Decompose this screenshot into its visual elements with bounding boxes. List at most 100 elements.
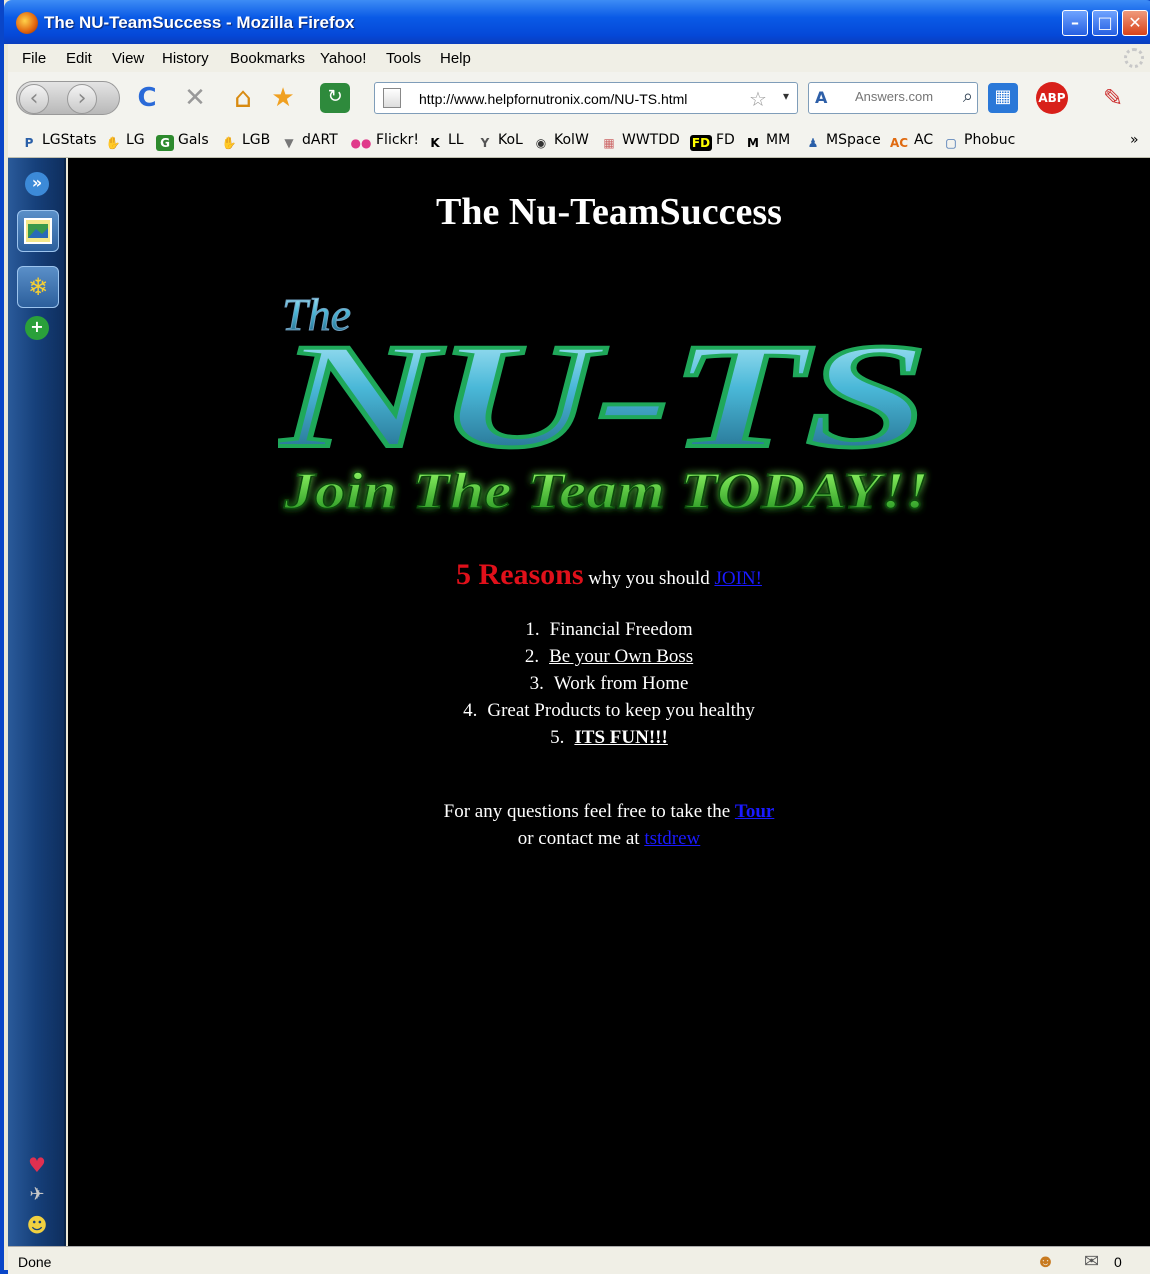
- reasons-heading: 5 Reasons why you should JOIN!: [68, 558, 1150, 592]
- reason-text: ITS FUN!!!: [574, 727, 668, 748]
- bookmark-label: Flickr!: [376, 132, 420, 148]
- search-icon[interactable]: ⌕: [963, 86, 973, 107]
- list-item: 1. Financial Freedom: [68, 616, 1150, 643]
- bookmark-fd[interactable]: FD FD: [690, 132, 735, 151]
- bookmark-flickr[interactable]: ●● Flickr!: [350, 132, 420, 151]
- bookmark-kol[interactable]: Y KoL: [476, 132, 523, 151]
- bookmark-wwtdd[interactable]: ▦ WWTDD: [600, 132, 680, 151]
- url-dropdown-icon[interactable]: ▾: [783, 89, 789, 103]
- list-item: 2. Be your Own Boss: [68, 643, 1150, 670]
- bookmark-ac-icon: AC: [889, 136, 909, 150]
- sidebar-smiley-icon[interactable]: ☻: [25, 1214, 49, 1238]
- logo-tagline-text: Join The Team TODAY!!: [283, 463, 929, 520]
- list-number: 3.: [529, 673, 544, 694]
- search-input[interactable]: [855, 89, 951, 104]
- bookmarks-overflow-chevron-icon[interactable]: »: [1130, 132, 1139, 148]
- close-button[interactable]: ✕: [1122, 10, 1148, 36]
- windows-grid-icon[interactable]: ▦: [988, 83, 1018, 113]
- email-link[interactable]: tstdrew: [644, 828, 700, 849]
- mail-icon[interactable]: ✉: [1084, 1251, 1099, 1272]
- sidebar-photo-icon[interactable]: [17, 210, 59, 252]
- bookmark-hand-icon: ✋: [105, 136, 121, 150]
- notes-icon[interactable]: ✎: [1098, 84, 1128, 112]
- adblock-icon[interactable]: ABP: [1036, 82, 1068, 114]
- sidebar-expand-icon[interactable]: »: [25, 172, 49, 196]
- nu-ts-logo: The NU-TS Join The Team TODAY!!: [278, 289, 930, 521]
- bookmark-star-icon[interactable]: ☆: [749, 87, 767, 111]
- bookmark-lg[interactable]: ✋ LG: [104, 132, 145, 151]
- bookmark-mm[interactable]: M MM: [744, 132, 790, 151]
- url-text[interactable]: http://www.helpfornutronix.com/NU-TS.htm…: [419, 91, 687, 107]
- list-number: 4.: [463, 700, 478, 721]
- bookmark-dart[interactable]: ▼ dART: [280, 132, 337, 151]
- bookmark-label: LL: [448, 132, 464, 148]
- navigation-toolbar: ‹ › C ✕ ⌂ ★ ↻ http://www.helpfornutronix…: [8, 72, 1150, 124]
- menu-edit[interactable]: Edit: [66, 50, 92, 67]
- throbber-icon: [1124, 48, 1144, 68]
- sidebar-thumbs-down-icon[interactable]: ✈: [25, 1184, 49, 1208]
- menu-view[interactable]: View: [112, 50, 144, 67]
- bookmark-hand-icon: ✋: [221, 136, 237, 150]
- menu-yahoo[interactable]: Yahoo!: [320, 50, 366, 67]
- photo-icon: [24, 218, 52, 244]
- bookmark-fd-icon: FD: [690, 135, 712, 151]
- menu-history[interactable]: History: [162, 50, 209, 67]
- list-number: 1.: [525, 619, 540, 640]
- reload-button[interactable]: C: [132, 84, 162, 112]
- browser-window: The NU-TeamSuccess - Mozilla Firefox – □…: [0, 0, 1150, 1274]
- bookmark-lgstats[interactable]: P LGStats: [20, 132, 97, 151]
- join-link[interactable]: JOIN!: [714, 568, 762, 589]
- maximize-button[interactable]: □: [1092, 10, 1118, 36]
- addon-sync-icon[interactable]: ↻: [320, 83, 350, 113]
- menu-file[interactable]: File: [22, 50, 46, 67]
- back-forward-group: ‹ ›: [16, 81, 120, 115]
- bookmark-kolw[interactable]: ◉ KolW: [532, 132, 589, 151]
- menu-tools[interactable]: Tools: [386, 50, 421, 67]
- search-bar[interactable]: A ⌕: [808, 82, 978, 114]
- page-icon: [383, 88, 401, 108]
- url-bar[interactable]: http://www.helpfornutronix.com/NU-TS.htm…: [374, 82, 798, 114]
- back-button[interactable]: ‹: [19, 84, 49, 114]
- sidebar-add-icon[interactable]: +: [25, 316, 49, 340]
- status-monkey-icon[interactable]: ☻: [1036, 1251, 1055, 1272]
- bookmark-label: KoL: [498, 132, 523, 148]
- minimize-button[interactable]: –: [1062, 10, 1088, 36]
- reason-text: Work from Home: [553, 673, 689, 694]
- bookmark-gals[interactable]: G Gals: [156, 132, 209, 151]
- bookmark-glass-icon: Y: [480, 136, 490, 150]
- menu-help[interactable]: Help: [440, 50, 471, 67]
- search-engine-icon[interactable]: A: [815, 88, 827, 107]
- contact-block: For any questions feel free to take the …: [68, 798, 1150, 852]
- bookmark-label: KolW: [554, 132, 589, 148]
- home-button[interactable]: ⌂: [228, 84, 258, 112]
- bookmark-label: MSpace: [826, 132, 881, 148]
- bookmark-p-icon: P: [24, 136, 34, 150]
- bookmark-label: Phobuc: [964, 132, 1016, 148]
- bookmark-label: LG: [126, 132, 145, 148]
- title-bar[interactable]: The NU-TeamSuccess - Mozilla Firefox – □…: [4, 0, 1150, 44]
- yahoo-star-icon[interactable]: ★: [268, 84, 298, 112]
- bookmarks-toolbar: P LGStats ✋ LG G Gals ✋ LGB ▼ dART ●● Flickr! …: [8, 124, 1150, 158]
- status-text: Done: [18, 1254, 52, 1270]
- list-number: 2.: [524, 646, 540, 667]
- tour-link[interactable]: Tour: [735, 801, 774, 822]
- menu-bookmarks[interactable]: Bookmarks: [230, 50, 305, 67]
- sidebar-yahoo-star-icon[interactable]: ❄: [17, 266, 59, 308]
- list-number: 5.: [550, 727, 565, 748]
- bookmark-ll[interactable]: K LL: [426, 132, 464, 151]
- stop-button[interactable]: ✕: [180, 84, 210, 112]
- reasons-count: 5 Reasons: [456, 558, 584, 591]
- bookmark-label: FD: [716, 132, 735, 148]
- status-bar: Done ☻ ✉ 0: [8, 1246, 1150, 1274]
- bookmark-label: LGB: [242, 132, 271, 148]
- reason-text: Financial Freedom: [549, 619, 693, 640]
- forward-button[interactable]: ›: [67, 84, 97, 114]
- bookmark-lgb[interactable]: ✋ LGB: [220, 132, 271, 151]
- bookmark-mspace[interactable]: ♟ MSpace: [804, 132, 881, 151]
- page-title: The Nu-TeamSuccess: [436, 191, 782, 233]
- bookmark-label: WWTDD: [622, 132, 680, 148]
- bookmark-phobuc[interactable]: ▢ Phobuc: [942, 132, 1015, 151]
- sidebar-heart-icon[interactable]: ♥: [25, 1154, 49, 1178]
- contact-line-1: For any questions feel free to take the …: [68, 798, 1150, 825]
- bookmark-ac[interactable]: AC AC: [888, 132, 933, 151]
